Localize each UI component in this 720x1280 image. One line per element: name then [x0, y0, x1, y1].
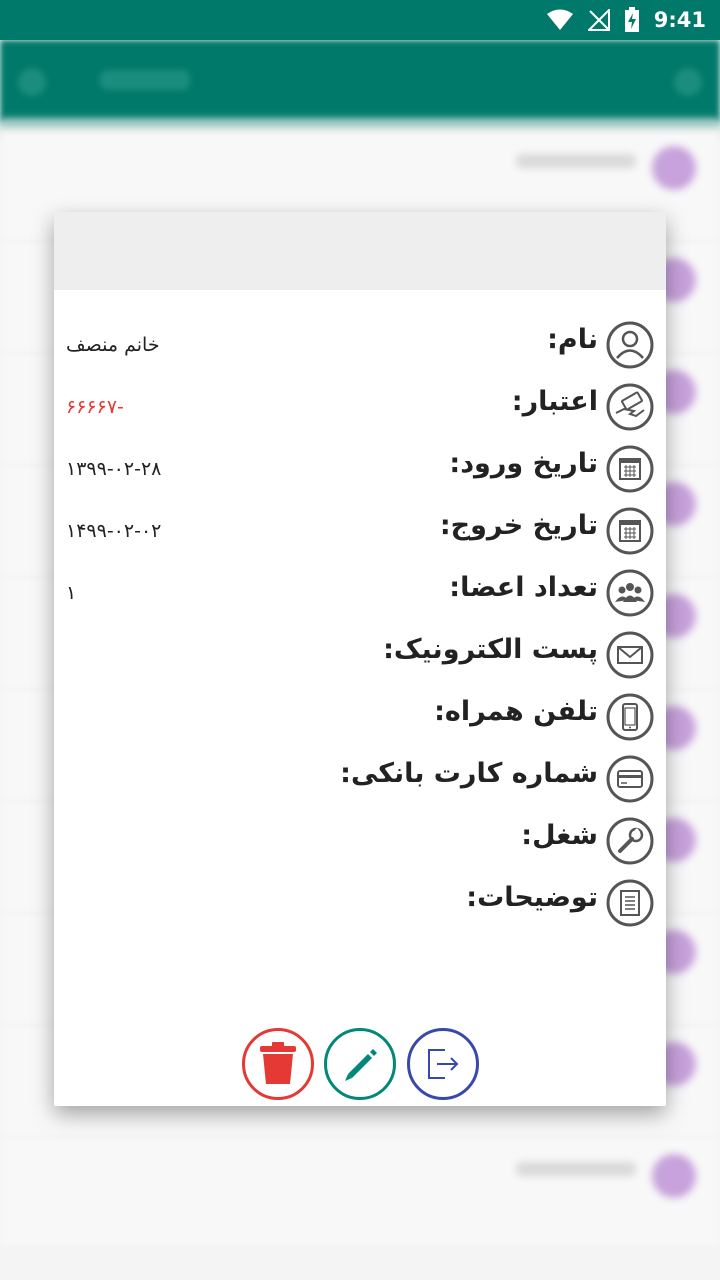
list-item-text	[516, 154, 636, 168]
field-label: شغل:	[521, 820, 598, 851]
status-bar: 9:41	[0, 0, 720, 40]
field-label: توضیحات:	[466, 882, 598, 913]
exit-button[interactable]	[407, 1028, 479, 1100]
notes-icon	[606, 879, 654, 927]
edit-button[interactable]	[324, 1028, 396, 1100]
field-members-count: تعداد اعضا: ۱	[54, 564, 666, 622]
list-item-text	[516, 1162, 636, 1176]
field-value: خانم منصف	[66, 334, 160, 356]
card-icon	[606, 755, 654, 803]
field-label: تاریخ ورود:	[449, 448, 598, 479]
field-label: شماره کارت بانکی:	[340, 758, 598, 789]
wifi-icon	[546, 9, 573, 30]
field-label: تعداد اعضا:	[449, 572, 598, 603]
back-icon	[18, 68, 46, 96]
field-value: ۱۴۹۹-۰۲-۰۲	[66, 520, 162, 542]
field-notes: توضیحات:	[54, 874, 666, 932]
field-value: -۶۶۶۶۷	[66, 396, 124, 418]
calendar-icon	[606, 445, 654, 493]
group-icon	[606, 569, 654, 617]
field-label: پست الکترونیک:	[383, 634, 598, 665]
field-label: تاریخ خروج:	[439, 510, 598, 541]
money-hand-icon	[606, 383, 654, 431]
field-credit: اعتبار: -۶۶۶۶۷	[54, 378, 666, 436]
avatar	[652, 146, 696, 190]
field-label: اعتبار:	[511, 386, 598, 417]
avatar	[652, 1154, 696, 1198]
field-job: شغل:	[54, 812, 666, 870]
list-item	[0, 1138, 720, 1249]
field-label: تلفن همراه:	[434, 696, 598, 727]
status-time: 9:41	[653, 8, 706, 32]
menu-icon	[674, 68, 702, 96]
app-bar-blurred	[0, 40, 720, 122]
field-entry-date: تاریخ ورود: ۱۳۹۹-۰۲-۲۸	[54, 440, 666, 498]
field-email: پست الکترونیک:	[54, 626, 666, 684]
dialog-header	[54, 212, 666, 290]
mobile-icon	[606, 693, 654, 741]
field-mobile: تلفن همراه:	[54, 688, 666, 746]
tools-icon	[606, 817, 654, 865]
mail-icon	[606, 631, 654, 679]
app-title-blurred	[100, 70, 190, 90]
field-label: نام:	[547, 324, 598, 355]
field-exit-date: تاریخ خروج: ۱۴۹۹-۰۲-۰۲	[54, 502, 666, 560]
status-icons: 9:41	[546, 6, 706, 34]
trash-icon	[260, 1042, 296, 1084]
field-bank-card: شماره کارت بانکی:	[54, 750, 666, 808]
field-name: نام: خانم منصف	[54, 316, 666, 374]
no-signal-icon	[587, 9, 610, 31]
delete-button[interactable]	[242, 1028, 314, 1100]
exit-icon	[428, 1049, 459, 1079]
battery-charging-icon	[624, 7, 639, 32]
pencil-icon	[345, 1049, 377, 1081]
user-icon	[606, 321, 654, 369]
calendar-icon	[606, 507, 654, 555]
dialog-actions	[54, 1028, 666, 1102]
field-value: ۱۳۹۹-۰۲-۲۸	[66, 458, 162, 480]
field-value: ۱	[66, 582, 77, 604]
member-details-dialog: نام: خانم منصف اعتبار: -۶۶۶۶۷ تاریخ ورود…	[54, 212, 666, 1106]
